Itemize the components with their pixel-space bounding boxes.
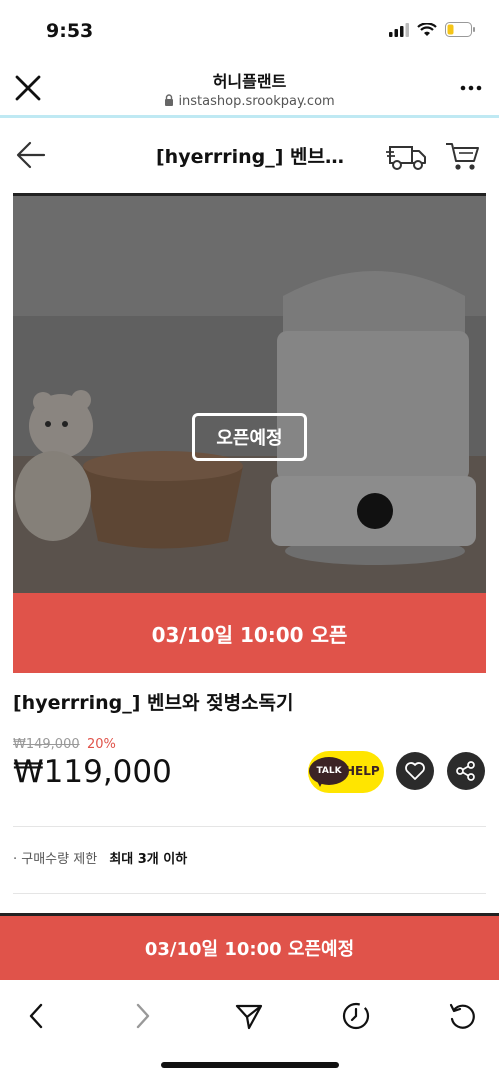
purchase-limit-label: · 구매수량 제한 <box>13 852 98 867</box>
talk-label: TALK <box>316 766 342 776</box>
sale-price: ₩119,000 <box>13 754 172 790</box>
more-button[interactable] <box>459 80 483 96</box>
browser-title: 허니플랜트 <box>212 72 287 91</box>
share-icon <box>456 761 475 781</box>
purchase-limit-value: 최대 3개 이하 <box>109 852 188 867</box>
lock-icon <box>165 94 174 106</box>
talk-bubble-tail <box>316 779 324 787</box>
talk-bubble: TALK <box>309 757 349 785</box>
open-soon-badge: 오픈예정 <box>192 413 307 461</box>
next-page-button[interactable] <box>125 998 161 1034</box>
share-button[interactable] <box>447 752 485 790</box>
delivery-truck-icon <box>386 146 426 170</box>
open-date-banner: 03/10일 10:00 오픈 <box>13 593 486 673</box>
more-icon <box>460 85 482 91</box>
history-icon <box>342 1002 370 1030</box>
delivery-button[interactable] <box>386 142 428 172</box>
page-title: [hyerrring_] 벤브… <box>156 146 344 168</box>
next-icon <box>136 1003 150 1029</box>
divider <box>13 893 486 894</box>
send-icon <box>235 1004 263 1030</box>
help-label: HELP <box>345 764 380 778</box>
browser-header: 허니플랜트 instashop.srookpay.com <box>0 60 499 116</box>
divider <box>13 826 486 827</box>
wifi-icon <box>417 22 437 36</box>
cart-icon <box>446 143 479 170</box>
refresh-icon <box>449 1003 475 1029</box>
back-arrow-icon <box>16 141 46 169</box>
status-time: 9:53 <box>46 20 94 42</box>
product-photo <box>13 196 486 593</box>
status-icons <box>389 22 475 37</box>
prev-page-button[interactable] <box>18 998 54 1034</box>
discount-rate: 20% <box>87 737 116 752</box>
kakao-talk-help-button[interactable]: TALK HELP <box>308 751 384 793</box>
product-name: [hyerrring_] 벤브와 젖병소독기 <box>13 692 294 714</box>
prev-icon <box>29 1003 43 1029</box>
wishlist-button[interactable] <box>396 752 434 790</box>
url-text: instashop.srookpay.com <box>178 94 335 109</box>
original-price: ₩149,000 <box>13 737 80 752</box>
send-button[interactable] <box>231 998 267 1034</box>
signal-icon <box>389 22 409 37</box>
heart-icon <box>405 762 425 780</box>
purchase-limit-row: · 구매수량 제한 최대 3개 이하 <box>13 848 187 867</box>
battery-icon <box>445 22 475 37</box>
home-indicator <box>161 1062 339 1068</box>
product-image[interactable]: 오픈예정 <box>13 193 486 593</box>
refresh-button[interactable] <box>444 998 480 1034</box>
history-button[interactable] <box>338 998 374 1034</box>
cart-button[interactable] <box>444 140 480 172</box>
browser-url[interactable]: instashop.srookpay.com <box>0 94 499 109</box>
back-button[interactable] <box>14 138 48 172</box>
open-soon-cta-button[interactable]: 03/10일 10:00 오픈예정 <box>0 913 499 980</box>
shop-header: [hyerrring_] 벤브… <box>0 118 499 194</box>
status-bar: 9:53 <box>0 0 499 60</box>
